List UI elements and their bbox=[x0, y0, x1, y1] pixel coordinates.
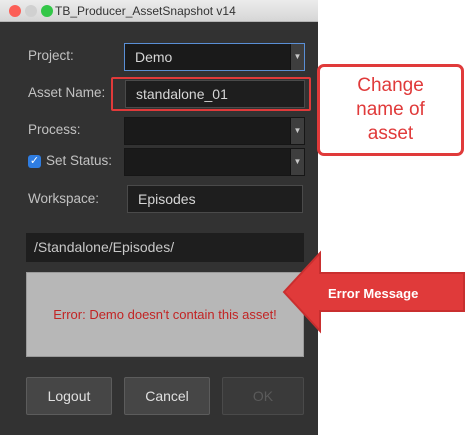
zoom-window-button[interactable] bbox=[41, 5, 53, 17]
minimize-window-button[interactable] bbox=[25, 5, 37, 17]
project-value: Demo bbox=[135, 49, 173, 65]
asset-name-label: Asset Name: bbox=[28, 85, 106, 100]
asset-path-value: /Standalone/Episodes/ bbox=[34, 239, 175, 255]
chevron-down-icon[interactable]: ▼ bbox=[290, 118, 304, 144]
close-window-button[interactable] bbox=[9, 5, 21, 17]
logout-button[interactable]: Logout bbox=[26, 377, 112, 415]
window-title: TB_Producer_AssetSnapshot v14 bbox=[55, 4, 236, 18]
process-dropdown[interactable] bbox=[124, 117, 305, 145]
cancel-button[interactable]: Cancel bbox=[124, 377, 210, 415]
change-name-callout: Change name of asset bbox=[317, 64, 464, 156]
process-label: Process: bbox=[28, 122, 81, 137]
set-status-dropdown[interactable] bbox=[124, 148, 305, 176]
callout-line-3: asset bbox=[367, 123, 414, 144]
chevron-down-icon[interactable]: ▼ bbox=[290, 149, 304, 175]
callout-line-1: Change bbox=[357, 75, 424, 96]
asset-name-highlight bbox=[111, 77, 311, 111]
chevron-down-icon[interactable]: ▼ bbox=[290, 44, 304, 70]
callout-line-2: name of bbox=[356, 99, 425, 120]
workspace-label: Workspace: bbox=[28, 191, 100, 206]
set-status-label: Set Status: bbox=[46, 153, 113, 168]
error-arrow-label: Error Message bbox=[328, 286, 419, 301]
window-titlebar: TB_Producer_AssetSnapshot v14 bbox=[0, 0, 318, 22]
workspace-input[interactable]: Episodes bbox=[127, 185, 303, 213]
error-message-box: Error: Demo doesn't contain this asset! bbox=[26, 272, 304, 357]
error-message-text: Error: Demo doesn't contain this asset! bbox=[53, 307, 277, 322]
project-label: Project: bbox=[28, 48, 74, 63]
project-dropdown[interactable]: Demo bbox=[124, 43, 305, 71]
asset-path-field: /Standalone/Episodes/ bbox=[26, 233, 304, 262]
set-status-checkbox[interactable]: ✓ bbox=[28, 155, 41, 168]
workspace-value: Episodes bbox=[138, 191, 196, 207]
ok-button[interactable]: OK bbox=[222, 377, 304, 415]
